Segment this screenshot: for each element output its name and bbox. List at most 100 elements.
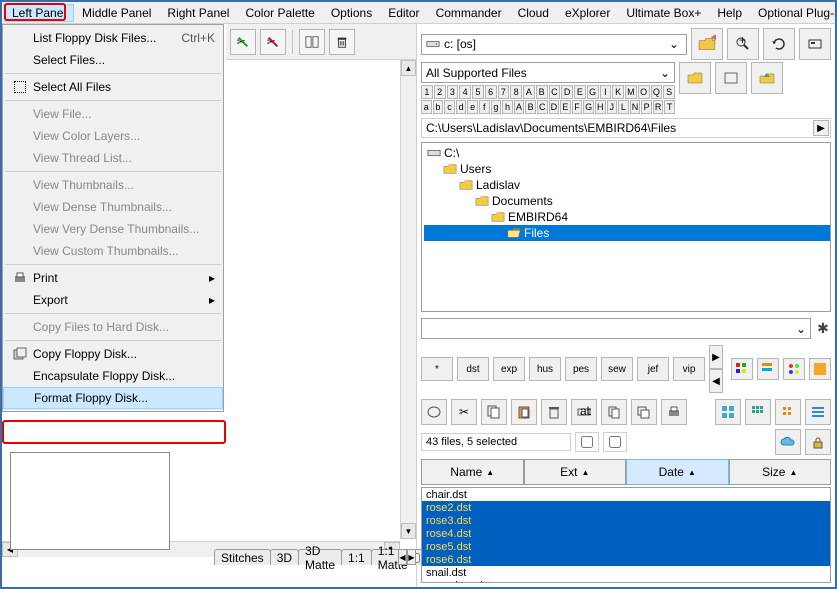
menu-commander[interactable]: Commander — [428, 4, 510, 22]
menu-item[interactable]: Select Files... — [3, 49, 223, 71]
act-hoop[interactable] — [421, 399, 447, 425]
color-btn-3[interactable] — [783, 358, 805, 380]
ext-all[interactable]: * — [421, 357, 453, 381]
btn-folder-up[interactable] — [751, 62, 783, 94]
alpha-cell[interactable]: H — [595, 100, 606, 114]
act-rename[interactable]: ab — [571, 399, 597, 425]
header-name[interactable]: Name▲ — [421, 459, 524, 485]
act-view2[interactable] — [745, 399, 771, 425]
file-row[interactable]: chair.dst — [422, 488, 830, 501]
ext-hus[interactable]: hus — [529, 357, 561, 381]
color-btn-2[interactable] — [757, 358, 779, 380]
alpha-cell[interactable]: D — [561, 85, 573, 99]
alpha-cell[interactable]: C — [549, 85, 561, 99]
alpha-cell[interactable]: J — [607, 100, 618, 114]
file-row[interactable]: snowdrop.dst — [422, 579, 830, 583]
menu-item[interactable]: Print▸ — [3, 267, 223, 289]
tool-properties[interactable] — [299, 29, 325, 55]
alpha-cell[interactable]: d — [456, 100, 467, 114]
alpha-cell[interactable]: G — [587, 85, 599, 99]
act-copy2[interactable] — [601, 399, 627, 425]
act-paste[interactable] — [511, 399, 537, 425]
btn-folder-2[interactable] — [715, 62, 747, 94]
file-row[interactable]: rose3.dst — [422, 514, 830, 527]
status-check-2[interactable] — [603, 432, 627, 452]
header-date[interactable]: Date▲ — [626, 459, 729, 485]
alpha-cell[interactable]: O — [638, 85, 650, 99]
ext-scroll-left[interactable]: ◀ — [709, 369, 723, 393]
tool-scissors-green[interactable]: ✂ — [230, 29, 256, 55]
menu-ultimate-box[interactable]: Ultimate Box+ — [618, 4, 709, 22]
file-filter[interactable]: All Supported Files ⌄ — [421, 62, 675, 83]
menu-item[interactable]: Copy Floppy Disk... — [3, 343, 223, 365]
tool-delete[interactable] — [329, 29, 355, 55]
alpha-cell[interactable]: g — [491, 100, 502, 114]
menu-left-panel[interactable]: Left Panel — [4, 4, 74, 22]
search-input[interactable]: ⌄ — [421, 318, 811, 339]
alpha-cell[interactable]: B — [525, 100, 536, 114]
folder-tree[interactable]: C:\UsersLadislavDocumentsEMBIRD64Files — [421, 142, 831, 312]
btn-card[interactable] — [799, 28, 831, 60]
alpha-cell[interactable]: 1 — [421, 85, 433, 99]
alpha-cell[interactable]: I — [600, 85, 612, 99]
ext-jef[interactable]: jef — [637, 357, 669, 381]
ext-vip[interactable]: vip — [673, 357, 705, 381]
menu-options[interactable]: Options — [323, 4, 380, 22]
ext-pes[interactable]: pes — [565, 357, 597, 381]
alpha-cell[interactable]: 2 — [434, 85, 446, 99]
alpha-cell[interactable]: c — [444, 100, 455, 114]
header-size[interactable]: Size▲ — [729, 459, 832, 485]
view-cloud[interactable] — [775, 429, 801, 455]
menu-item[interactable]: Format Floppy Disk... — [3, 387, 223, 409]
ext-exp[interactable]: exp — [493, 357, 525, 381]
tool-scissors-red[interactable]: ✂ — [260, 29, 286, 55]
tree-node[interactable]: EMBIRD64 — [424, 209, 828, 225]
color-btn-4[interactable] — [809, 358, 831, 380]
alpha-cell[interactable]: b — [433, 100, 444, 114]
alpha-cell[interactable]: 6 — [485, 85, 497, 99]
menu-item[interactable]: Encapsulate Floppy Disk... — [3, 365, 223, 387]
color-btn-1[interactable] — [731, 358, 753, 380]
tab-3d-matte[interactable]: 3D Matte — [298, 549, 342, 565]
menu-editor[interactable]: Editor — [380, 4, 427, 22]
alpha-cell[interactable]: C — [537, 100, 548, 114]
alpha-cell[interactable]: A — [514, 100, 525, 114]
act-copy[interactable] — [481, 399, 507, 425]
file-row[interactable]: rose2.dst — [422, 501, 830, 514]
alpha-cell[interactable]: 4 — [459, 85, 471, 99]
alpha-cell[interactable]: 8 — [510, 85, 522, 99]
alpha-cell[interactable]: a — [421, 100, 432, 114]
alpha-cell[interactable]: K — [612, 85, 624, 99]
tree-node[interactable]: C:\ — [424, 145, 828, 161]
alpha-cell[interactable]: 3 — [447, 85, 459, 99]
path-go-icon[interactable]: ▶ — [813, 120, 829, 136]
tree-node[interactable]: Users — [424, 161, 828, 177]
menu-help[interactable]: Help — [709, 4, 750, 22]
file-row[interactable]: snail.dst — [422, 566, 830, 579]
alpha-cell[interactable]: P — [641, 100, 652, 114]
alpha-cell[interactable]: L — [618, 100, 629, 114]
act-delete[interactable] — [541, 399, 567, 425]
menu-optional-plugins[interactable]: Optional Plug-ins — [750, 4, 837, 22]
act-stack[interactable] — [631, 399, 657, 425]
drive-select[interactable]: c: [os] ⌄ — [421, 34, 687, 55]
ext-dst[interactable]: dst — [457, 357, 489, 381]
alpha-cell[interactable]: E — [574, 85, 586, 99]
act-view3[interactable] — [775, 399, 801, 425]
tab-3d[interactable]: 3D — [270, 549, 299, 565]
tree-node[interactable]: Ladislav — [424, 177, 828, 193]
header-ext[interactable]: Ext▲ — [524, 459, 627, 485]
tabs-scroll-right[interactable]: ▶ — [407, 549, 416, 565]
file-row[interactable]: rose4.dst — [422, 527, 830, 540]
alpha-cell[interactable]: 7 — [498, 85, 510, 99]
menu-middle-panel[interactable]: Middle Panel — [74, 4, 159, 22]
menu-cloud[interactable]: Cloud — [510, 4, 557, 22]
file-list[interactable]: chair.dstrose2.dstrose3.dstrose4.dst rose… — [421, 487, 831, 583]
alpha-cell[interactable]: T — [664, 100, 675, 114]
file-row[interactable]: rose6.dst — [422, 553, 830, 566]
alpha-cell[interactable]: Q — [651, 85, 663, 99]
alpha-cell[interactable]: A — [523, 85, 535, 99]
path-bar[interactable]: C:\Users\Ladislav\Documents\EMBIRD64\Fil… — [421, 118, 831, 138]
btn-refresh[interactable] — [763, 28, 795, 60]
tab-stitches[interactable]: Stitches — [214, 549, 271, 565]
